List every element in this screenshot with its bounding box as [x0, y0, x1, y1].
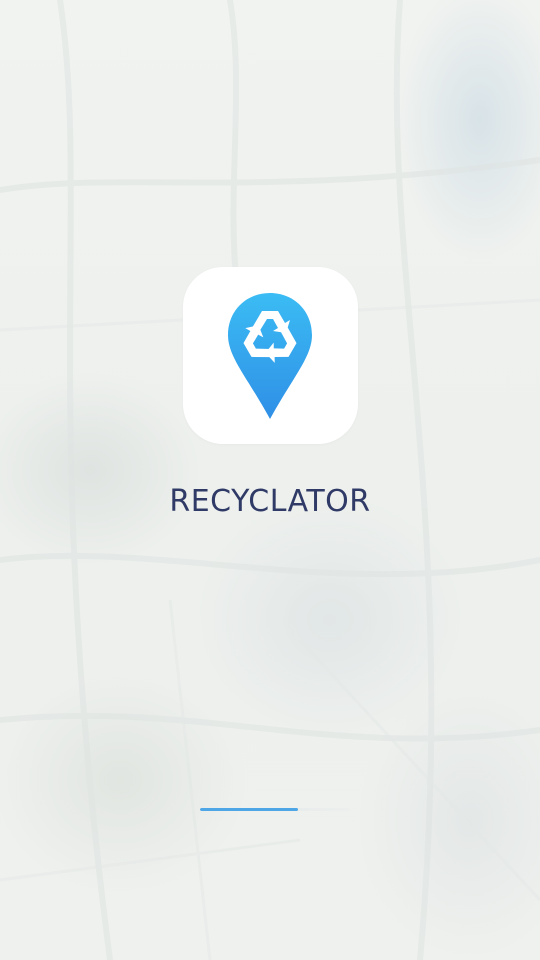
map-roads-decoration [0, 0, 540, 960]
app-title: RECYCLATOR [169, 484, 371, 519]
app-logo-tile [183, 267, 358, 444]
loading-progress-bar [200, 808, 350, 811]
blurred-map-background [0, 0, 540, 960]
recycle-map-pin-icon [228, 293, 312, 419]
loading-progress-fill [200, 808, 298, 811]
